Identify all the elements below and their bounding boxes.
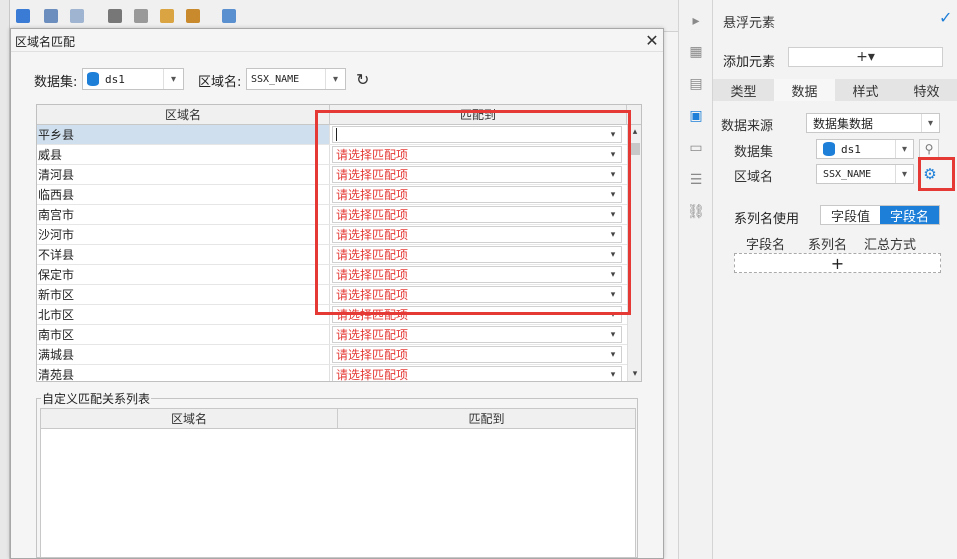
region-cell: 满城县 bbox=[37, 345, 330, 364]
region-cell: 平乡县 bbox=[37, 125, 330, 144]
add-element-button[interactable]: +▾ bbox=[788, 47, 943, 67]
table-row[interactable]: 满城县 请选择匹配项 ▾ bbox=[37, 345, 627, 365]
header-region-name: 区域名 bbox=[41, 409, 338, 428]
scroll-down-icon[interactable]: ▾ bbox=[628, 367, 641, 381]
divider bbox=[11, 51, 663, 52]
table-row[interactable]: 南市区 请选择匹配项 ▾ bbox=[37, 325, 627, 345]
field-header-series: 系列名 bbox=[808, 238, 848, 253]
chevron-down-icon: ▾ bbox=[895, 140, 913, 158]
series-toggle: 字段值 字段名 bbox=[820, 205, 940, 225]
region-select[interactable]: SSX_NAME ▾ bbox=[816, 164, 914, 184]
tab-type[interactable]: 类型 bbox=[713, 79, 774, 101]
region-value: SSX_NAME bbox=[251, 73, 300, 85]
side-icon-bar: ▸ ▦ ▤ ▣ ▭ ☰ ⛓ bbox=[678, 0, 713, 559]
series-option-field-value[interactable]: 字段值 bbox=[821, 206, 880, 225]
dataset-label: 数据集 bbox=[734, 145, 774, 160]
paste-icon[interactable] bbox=[160, 9, 174, 23]
chevron-down-icon: ▾ bbox=[610, 349, 616, 360]
highlight-box bbox=[918, 157, 955, 191]
field-header-summary: 汇总方式 bbox=[864, 238, 917, 253]
dataset-value: ds1 bbox=[841, 142, 861, 156]
collapse-arrow-icon[interactable]: ▸ bbox=[685, 10, 707, 32]
region-cell: 新市区 bbox=[37, 285, 330, 304]
save-icon[interactable] bbox=[16, 9, 30, 23]
scroll-thumb[interactable] bbox=[630, 143, 640, 155]
chevron-down-icon: ▾ bbox=[921, 114, 939, 132]
match-dropdown[interactable]: 请选择匹配项 ▾ bbox=[332, 366, 622, 382]
custom-match-title: 自定义匹配关系列表 bbox=[41, 390, 152, 407]
header-region-name: 区域名 bbox=[37, 105, 330, 124]
search-icon[interactable]: ⚲ bbox=[919, 139, 939, 159]
match-value: 请选择匹配项 bbox=[336, 368, 409, 382]
table-header: 区域名 匹配到 bbox=[41, 409, 635, 429]
tab-data[interactable]: 数据 bbox=[774, 79, 835, 101]
region-cell: 清苑县 bbox=[37, 365, 330, 381]
add-field-button[interactable]: + bbox=[734, 253, 941, 273]
region-label: 区域名: bbox=[198, 75, 242, 90]
database-icon bbox=[823, 142, 835, 156]
widget-icon[interactable]: ▭ bbox=[685, 137, 707, 159]
region-cell: 清河县 bbox=[37, 165, 330, 184]
table-row[interactable]: 清苑县 请选择匹配项 ▾ bbox=[37, 365, 627, 382]
format-brush-icon[interactable] bbox=[186, 9, 200, 23]
refresh-icon[interactable]: ↻ bbox=[356, 70, 369, 89]
dataset-select[interactable]: ds1 ▾ bbox=[82, 68, 184, 90]
region-cell: 北市区 bbox=[37, 305, 330, 324]
header-match-to: 匹配到 bbox=[468, 412, 505, 426]
sheet-background bbox=[664, 32, 678, 559]
region-cell: 不详县 bbox=[37, 245, 330, 264]
close-icon[interactable]: ✕ bbox=[641, 29, 663, 51]
panel-tabs: 类型 数据 样式 特效 bbox=[713, 79, 957, 101]
dataset-label: 数据集: bbox=[34, 75, 78, 90]
condition-icon[interactable]: ☰ bbox=[685, 169, 707, 191]
float-element-panel: 悬浮元素 ✓ 添加元素 +▾ 类型 数据 样式 特效 数据来源 数据集数据 ▾ … bbox=[713, 0, 957, 559]
region-label: 区域名 bbox=[734, 170, 774, 185]
dataset-select[interactable]: ds1 ▾ bbox=[816, 139, 914, 159]
series-name-label: 系列名使用 bbox=[734, 212, 800, 227]
copy-icon[interactable] bbox=[134, 9, 148, 23]
chevron-down-icon: ▾ bbox=[895, 165, 913, 183]
tab-effect[interactable]: 特效 bbox=[896, 79, 957, 101]
chevron-down-icon: ▾ bbox=[610, 329, 616, 340]
cut-icon[interactable] bbox=[108, 9, 122, 23]
region-cell: 南宫市 bbox=[37, 205, 330, 224]
region-select[interactable]: SSX_NAME ▾ bbox=[246, 68, 346, 90]
panel-title: 悬浮元素 bbox=[723, 16, 776, 31]
region-match-dialog: 区域名匹配 ✕ 数据集: ds1 ▾ 区域名: SSX_NAME ▾ ↻ 区域名… bbox=[10, 28, 664, 559]
field-header-name: 字段名 bbox=[746, 238, 786, 253]
match-dropdown[interactable]: 请选择匹配项 ▾ bbox=[332, 326, 622, 343]
match-value: 请选择匹配项 bbox=[336, 328, 409, 342]
database-icon bbox=[87, 72, 99, 86]
region-value: SSX_NAME bbox=[823, 168, 872, 180]
cell-element-icon[interactable]: ▤ bbox=[685, 73, 707, 95]
data-source-label: 数据来源 bbox=[721, 119, 774, 134]
match-value: 请选择匹配项 bbox=[336, 348, 409, 362]
match-dropdown[interactable]: 请选择匹配项 ▾ bbox=[332, 346, 622, 363]
series-option-field-name[interactable]: 字段名 bbox=[880, 206, 939, 225]
undo-icon[interactable] bbox=[44, 9, 58, 23]
tab-style[interactable]: 样式 bbox=[835, 79, 896, 101]
region-cell: 保定市 bbox=[37, 265, 330, 284]
region-cell: 南市区 bbox=[37, 325, 330, 344]
sheet-gutter bbox=[0, 0, 10, 559]
data-source-select[interactable]: 数据集数据 ▾ bbox=[806, 113, 940, 133]
float-element-icon[interactable]: ▣ bbox=[685, 105, 707, 127]
insert-icon[interactable] bbox=[222, 9, 236, 23]
chevron-down-icon: ▾ bbox=[610, 369, 616, 380]
highlight-box bbox=[315, 110, 631, 315]
redo-icon[interactable] bbox=[70, 9, 84, 23]
chevron-down-icon: ▾ bbox=[325, 69, 345, 89]
dataset-value: ds1 bbox=[105, 72, 125, 86]
chevron-down-icon: ▾ bbox=[163, 69, 183, 89]
hyperlink-icon[interactable]: ⛓ bbox=[685, 201, 707, 223]
region-cell: 威县 bbox=[37, 145, 330, 164]
cell-attribute-icon[interactable]: ▦ bbox=[685, 41, 707, 63]
custom-match-table: 区域名 匹配到 bbox=[40, 408, 636, 558]
region-cell: 临西县 bbox=[37, 185, 330, 204]
region-cell: 沙河市 bbox=[37, 225, 330, 244]
data-source-value: 数据集数据 bbox=[813, 116, 874, 131]
edit-check-icon[interactable]: ✓ bbox=[939, 8, 952, 27]
add-element-label: 添加元素 bbox=[723, 55, 776, 70]
dialog-title: 区域名匹配 bbox=[15, 35, 76, 49]
